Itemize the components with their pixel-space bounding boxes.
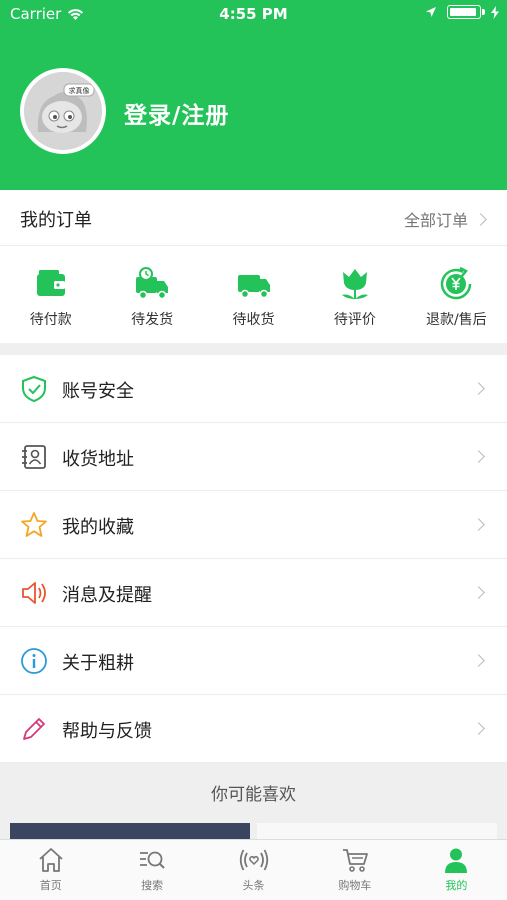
chevron-right-icon [472,722,485,735]
broadcast-heart-icon [239,849,268,871]
my-orders-title: 我的订单 [20,210,92,231]
tab-label: 购物车 [338,879,372,892]
menu-account-security[interactable]: 账号安全 [0,355,507,423]
cart-icon [342,849,368,872]
tab-label: 首页 [39,879,62,892]
menu-label: 账号安全 [62,381,134,402]
chevron-right-icon [472,450,485,463]
order-status-row: 待付款 待发货 待收货 待评价 退款/售后 [0,247,507,343]
all-orders-label: 全部订单 [403,211,468,230]
charging-bolt-icon [491,5,499,19]
section-divider [0,343,507,355]
my-orders-header[interactable]: 我的订单 全部订单 [0,190,507,246]
cartoon-avatar-icon: 求真像 [24,72,102,150]
tab-headlines[interactable]: 头条 [203,840,304,900]
tab-label: 我的 [445,879,468,892]
menu-label: 我的收藏 [62,517,134,538]
tulip-icon [341,269,368,299]
avatar-badge: 求真像 [69,86,90,95]
tab-label: 头条 [242,879,265,892]
menu-my-favorites[interactable]: 我的收藏 [0,491,507,559]
menu-shipping-address[interactable]: 收货地址 [0,423,507,491]
order-pending-shipment[interactable]: 待发货 [101,247,202,343]
menu-label: 帮助与反馈 [62,721,152,742]
avatar-image: 求真像 [24,72,102,150]
status-bar: Carrier 4:55 PM [0,0,507,28]
pencil-icon [23,718,45,740]
tab-mine[interactable]: 我的 [406,840,507,900]
all-orders-link[interactable]: 全部订单 [403,207,487,231]
menu-label: 收货地址 [62,449,134,470]
order-label: 待收货 [232,312,275,328]
order-pending-review[interactable]: 待评价 [304,247,405,343]
shield-icon [22,375,46,403]
menu-about[interactable]: 关于粗耕 [0,627,507,695]
address-book-icon [22,445,46,469]
menu-messages-reminders[interactable]: 消息及提醒 [0,559,507,627]
status-right [425,5,499,19]
info-icon [21,648,47,674]
menu-label: 消息及提醒 [62,585,152,606]
tab-cart[interactable]: 购物车 [304,840,405,900]
order-pending-receipt[interactable]: 待收货 [203,247,304,343]
chevron-right-icon [472,382,485,395]
chevron-right-icon [474,212,487,226]
order-label: 待付款 [29,312,72,328]
menu-label: 关于粗耕 [62,653,134,674]
wallet-icon [36,270,65,296]
recommend-title: 你可能喜欢 [211,785,296,805]
truck-icon [237,275,270,299]
delivery-truck-icon [136,267,169,300]
tab-label: 搜索 [141,879,164,892]
search-list-icon [140,851,165,869]
tab-home[interactable]: 首页 [0,840,101,900]
menu-help-feedback[interactable]: 帮助与反馈 [0,695,507,763]
star-icon [21,512,47,537]
order-refund-aftersale[interactable]: 退款/售后 [406,247,507,343]
chevron-right-icon [472,586,485,599]
refund-yen-icon [441,266,472,300]
profile-header: Carrier 4:55 PM 求真像 登录/注册 [0,0,507,190]
location-arrow-icon [426,7,436,17]
chevron-right-icon [472,654,485,667]
settings-menu: 账号安全 收货地址 我的收藏 消息及提醒 关于粗耕 帮助与反馈 [0,355,507,763]
order-label: 待评价 [333,312,376,328]
order-pending-payment[interactable]: 待付款 [0,247,101,343]
person-icon [445,848,468,873]
tab-bar: 首页 搜索 头条 购物车 我的 [0,839,507,900]
battery-icon [447,5,485,19]
avatar[interactable]: 求真像 [20,68,106,154]
login-register-link[interactable]: 登录/注册 [124,96,229,130]
chevron-right-icon [472,518,485,531]
speaker-icon [22,582,46,604]
home-icon [39,848,63,872]
tab-search[interactable]: 搜索 [101,840,202,900]
order-label: 待发货 [131,312,174,328]
order-label: 退款/售后 [425,312,487,328]
